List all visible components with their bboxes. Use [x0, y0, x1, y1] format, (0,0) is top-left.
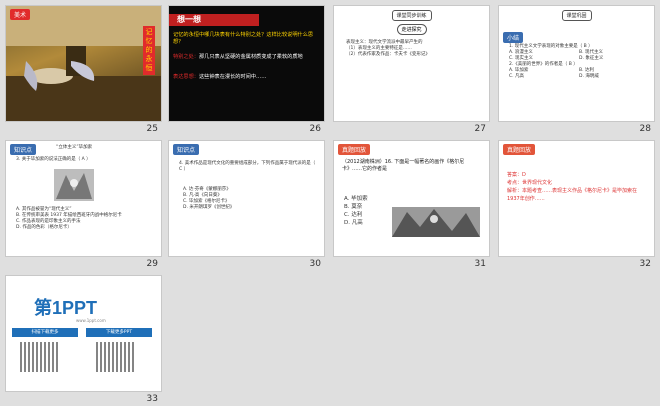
slide-number-30: 30	[309, 259, 321, 269]
answer-label-2: 表达思想：	[173, 74, 199, 80]
option: D. 米开朗琪罗《创世纪》	[183, 205, 235, 210]
slide-number-32: 32	[639, 259, 651, 269]
qr-code-icon	[96, 342, 136, 372]
slide-thumbnail-33[interactable]: 第1PPT www.1ppt.com 扫描下载更多 下载更多PPT	[6, 276, 161, 391]
persistence-of-memory-painting	[6, 6, 161, 121]
option: A. 毕加索	[344, 196, 368, 202]
slide-thumbnail-32[interactable]: 真题回放 答案：D 考点：世界现代文化 解析：本题考查……表现主义作品《格尔尼卡…	[499, 141, 654, 256]
download-button-1[interactable]: 扫描下载更多	[12, 328, 78, 337]
slide-thumbnail-25[interactable]: 美术 记忆的永恒	[6, 6, 161, 121]
slide-header: 课堂同步训练	[391, 10, 432, 21]
answer-label: 答案：	[507, 172, 523, 178]
analysis-label: 解析：	[507, 188, 523, 194]
slide-number-29: 29	[146, 259, 158, 269]
guernica-image	[392, 207, 480, 237]
slide-tag: 知识点	[173, 144, 200, 155]
option: D. 象征主义	[579, 56, 604, 61]
qr-code-icon	[20, 342, 60, 372]
option: D. 海明威	[579, 74, 599, 79]
answer-text-1: 那几只表从坚硬的金属材质变成了柔软的质地	[198, 54, 303, 60]
answer-value: D	[522, 172, 526, 178]
question-text: 记忆的永恒中哪几块表有什么特别之处？这样比较说明什么思想？	[173, 32, 314, 45]
question-text: （2012湖南株洲）16. 下面是一幅著名的画作《格尔尼卡》……它的作者是	[342, 159, 465, 172]
slide-number-28: 28	[639, 124, 651, 134]
slide-number-33: 33	[146, 394, 158, 404]
download-button-2[interactable]: 下载更多PPT	[86, 328, 152, 337]
slide-thumbnail-30[interactable]: 知识点 4. 美术作品是现代文化的重要组成部分，下列作品属于现代派的是（ C ）…	[169, 141, 324, 256]
analysis-text: 本题考查……表现主义作品《格尔尼卡》是毕加索在1937年创作……	[507, 188, 638, 202]
slide-thumbnail-29[interactable]: 知识点 “立体主义”毕加索 3. 关于毕加索的说法正确的是（ A ） A. 其作…	[6, 141, 161, 256]
option: C. 达利	[344, 212, 363, 218]
slide-thumbnail-26[interactable]: 想一想 记忆的永恒中哪几块表有什么特别之处？这样比较说明什么思想？ 特别之处：那…	[169, 6, 324, 121]
topic-value: 世界现代文化	[522, 180, 553, 186]
slide-number-27: 27	[474, 124, 486, 134]
slide-number-26: 26	[309, 124, 321, 134]
slide-subtitle: “立体主义”毕加索	[56, 145, 93, 150]
slide-title: 想一想	[177, 15, 201, 24]
answer-text-2: 这些钟表在漫长的时间中……	[198, 74, 267, 80]
option: D. 凡高	[344, 220, 363, 226]
option: C. 凡高	[509, 74, 525, 79]
slide-number-31: 31	[474, 259, 486, 269]
slide-thumbnail-28[interactable]: 课堂巩固 小结 1. 现代主义文学表现的对象主要是（ B ） A. 浪漫主义 B…	[499, 6, 654, 121]
brand-logo: 第1PPT	[34, 298, 98, 318]
question-text: 4. 美术作品是现代文化的重要组成部分，下列作品属于现代派的是（ C ）	[179, 161, 316, 172]
slide-thumbnail-31[interactable]: 真题回放 （2012湖南株洲）16. 下面是一幅著名的画作《格尔尼卡》……它的作…	[334, 141, 489, 256]
topic-label: 考点：	[507, 180, 523, 186]
slide-tag: 知识点	[10, 144, 37, 155]
brand-url: www.1ppt.com	[76, 318, 106, 323]
slide-tag: 美术	[10, 9, 31, 20]
question-text: 3. 关于毕加索的说法正确的是（ A ）	[16, 157, 91, 162]
content-line-3: （2）代表作家及作品：卡夫卡《变形记》	[346, 52, 430, 57]
answer-label-1: 特别之处：	[173, 54, 199, 60]
slide-number-25: 25	[146, 124, 158, 134]
slide-header: 课堂巩固	[561, 10, 592, 21]
slide-tag: 真题回放	[338, 144, 371, 155]
option: B. 莫奈	[344, 204, 363, 210]
vertical-title: 记忆的永恒	[143, 26, 155, 75]
slide-tag: 小结	[503, 32, 524, 43]
slide-tag: 真题回放	[503, 144, 536, 155]
slide-thumbnail-27[interactable]: 课堂同步训练 走进探究 表现主义：现代文学流派中最早产生的 （1）表现主义的主要…	[334, 6, 489, 121]
section-title: 走进探究	[396, 24, 427, 35]
guernica-image	[54, 169, 94, 201]
option: D. 作品的色彩（格尔尼卡）	[16, 225, 72, 230]
